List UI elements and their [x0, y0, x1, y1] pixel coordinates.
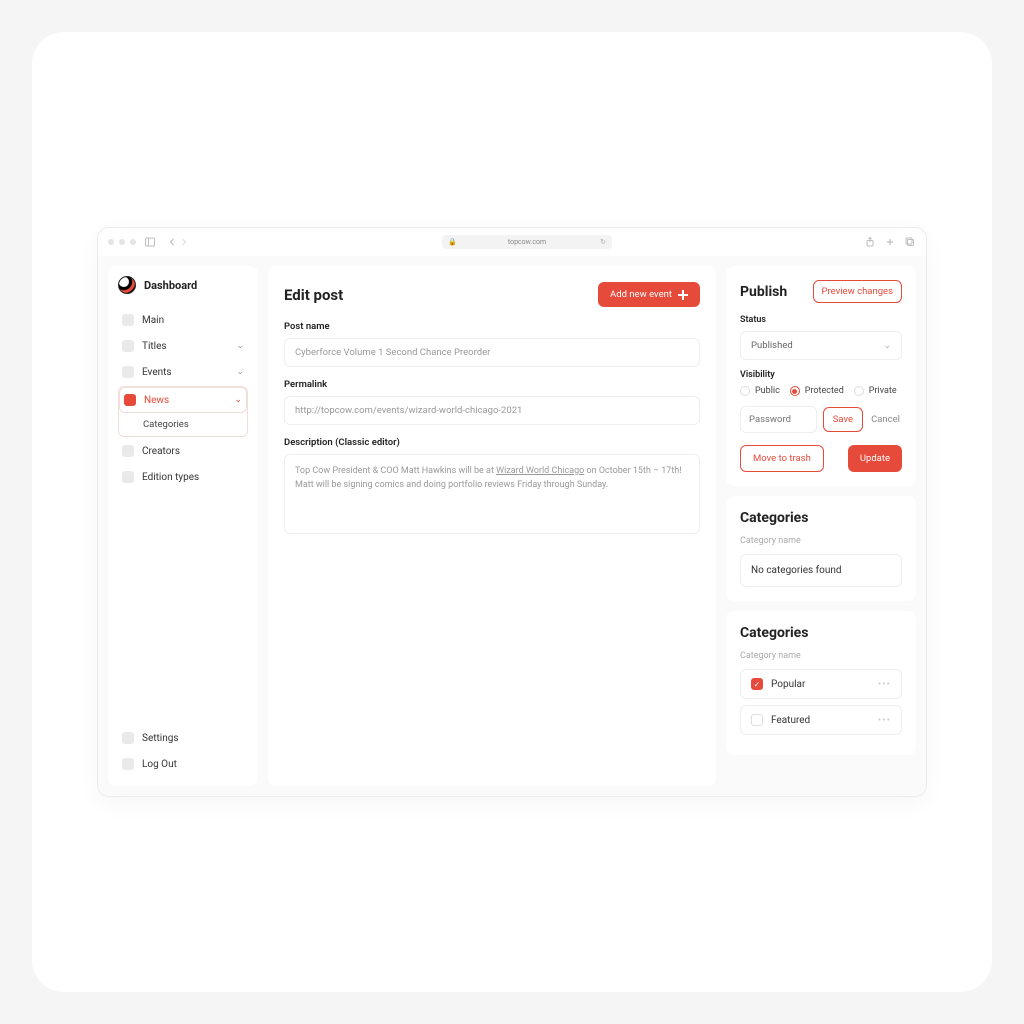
radio-label: Public: [755, 386, 780, 396]
update-button[interactable]: Update: [848, 445, 902, 472]
tabs-icon[interactable]: [904, 236, 916, 248]
users-icon: [122, 445, 134, 457]
categories-title: Categories: [740, 625, 902, 641]
post-name-label: Post name: [284, 321, 700, 332]
sidebar-item-label: Creators: [142, 446, 180, 457]
lock-icon: 🔒: [448, 238, 457, 246]
new-tab-icon[interactable]: [884, 236, 896, 248]
description-text-before: Top Cow President & COO Matt Hawkins wil…: [295, 466, 496, 476]
description-label: Description (Classic editor): [284, 437, 700, 448]
chevron-down-icon: ⌄: [236, 367, 244, 377]
visibility-protected-radio[interactable]: Protected: [790, 386, 844, 396]
checkbox-icon[interactable]: [751, 714, 763, 726]
category-name-label: Category name: [740, 536, 902, 546]
chevron-down-icon: ⌄: [236, 341, 244, 351]
main-content: Edit post Add new event Post name Permal…: [268, 266, 716, 786]
sidebar-subitem-categories[interactable]: Categories: [119, 413, 247, 436]
category-item-featured[interactable]: Featured •••: [740, 705, 902, 735]
sidebar-item-titles[interactable]: Titles ⌄: [118, 334, 248, 358]
calendar-icon: [122, 366, 134, 378]
browser-window: 🔒 topcow.com ↻ Dashboard Main: [97, 227, 927, 797]
preview-changes-button[interactable]: Preview changes: [813, 280, 902, 303]
radio-label: Private: [869, 386, 897, 396]
sidebar-item-main[interactable]: Main: [118, 308, 248, 332]
permalink-input[interactable]: [284, 396, 700, 425]
titles-icon: [122, 340, 134, 352]
publish-title: Publish: [740, 284, 787, 300]
document-icon: [124, 394, 136, 406]
sidebar-item-label: News: [144, 395, 169, 406]
refresh-icon[interactable]: ↻: [600, 238, 606, 246]
close-dot[interactable]: [108, 239, 114, 245]
sidebar-item-news[interactable]: News ⌄: [119, 387, 247, 413]
more-icon[interactable]: •••: [878, 679, 891, 690]
move-to-trash-button[interactable]: Move to trash: [740, 445, 824, 472]
forward-icon[interactable]: [178, 236, 190, 248]
chevron-down-icon: ⌄: [883, 341, 891, 351]
add-new-event-button[interactable]: Add new event: [598, 282, 700, 307]
window-controls[interactable]: [108, 239, 136, 245]
logo-icon: [118, 276, 136, 294]
star-icon: [122, 471, 134, 483]
plus-icon: [678, 290, 688, 300]
sidebar: Dashboard Main Titles ⌄ Events ⌄: [108, 266, 258, 786]
dashboard-title: Dashboard: [144, 279, 197, 292]
minimize-dot[interactable]: [119, 239, 125, 245]
status-label: Status: [740, 315, 902, 325]
publish-panel: Publish Preview changes Status Published…: [726, 266, 916, 486]
maximize-dot[interactable]: [130, 239, 136, 245]
status-select[interactable]: Published ⌄: [740, 331, 902, 360]
sidebar-item-label: Titles: [142, 341, 167, 352]
visibility-public-radio[interactable]: Public: [740, 386, 780, 396]
grid-icon: [122, 314, 134, 326]
url-bar[interactable]: 🔒 topcow.com ↻: [442, 235, 612, 249]
no-categories-message: No categories found: [740, 554, 902, 587]
password-input[interactable]: [740, 406, 817, 433]
browser-chrome: 🔒 topcow.com ↻: [98, 228, 926, 256]
radio-label: Protected: [805, 386, 844, 396]
dashboard-header[interactable]: Dashboard: [118, 276, 248, 294]
cancel-password-button[interactable]: Cancel: [869, 408, 902, 431]
more-icon[interactable]: •••: [878, 715, 891, 726]
share-icon[interactable]: [864, 236, 876, 248]
category-label: Popular: [771, 679, 805, 690]
category-label: Featured: [771, 715, 810, 726]
save-password-button[interactable]: Save: [823, 407, 863, 432]
sidebar-item-label: Edition types: [142, 472, 199, 483]
logout-icon: [122, 758, 134, 770]
sidebar-item-logout[interactable]: Log Out: [118, 752, 248, 776]
permalink-label: Permalink: [284, 379, 700, 390]
categories-panel-empty: Categories Category name No categories f…: [726, 496, 916, 601]
categories-title: Categories: [740, 510, 902, 526]
visibility-label: Visibility: [740, 370, 902, 380]
sidebar-item-edition-types[interactable]: Edition types: [118, 465, 248, 489]
post-name-input[interactable]: [284, 338, 700, 367]
page-title: Edit post: [284, 286, 343, 304]
gear-icon: [122, 732, 134, 744]
status-value: Published: [751, 340, 793, 351]
category-name-label: Category name: [740, 651, 902, 661]
sidebar-item-label: Events: [142, 367, 172, 378]
back-icon[interactable]: [166, 236, 178, 248]
sidebar-toggle-icon[interactable]: [144, 236, 156, 248]
description-link[interactable]: Wizard World Chicago: [496, 466, 584, 476]
chevron-down-icon: ⌄: [234, 395, 242, 405]
sidebar-item-label: Settings: [142, 733, 179, 744]
button-label: Add new event: [610, 289, 672, 300]
sidebar-item-creators[interactable]: Creators: [118, 439, 248, 463]
categories-panel-list: Categories Category name Popular ••• Fea…: [726, 611, 916, 755]
sidebar-item-events[interactable]: Events ⌄: [118, 360, 248, 384]
sidebar-item-label: Categories: [143, 419, 189, 430]
category-item-popular[interactable]: Popular •••: [740, 669, 902, 699]
checkbox-icon[interactable]: [751, 678, 763, 690]
sidebar-item-settings[interactable]: Settings: [118, 726, 248, 750]
description-editor[interactable]: Top Cow President & COO Matt Hawkins wil…: [284, 454, 700, 534]
url-text: topcow.com: [508, 238, 546, 246]
sidebar-item-label: Log Out: [142, 759, 177, 770]
visibility-private-radio[interactable]: Private: [854, 386, 897, 396]
sidebar-item-label: Main: [142, 315, 164, 326]
